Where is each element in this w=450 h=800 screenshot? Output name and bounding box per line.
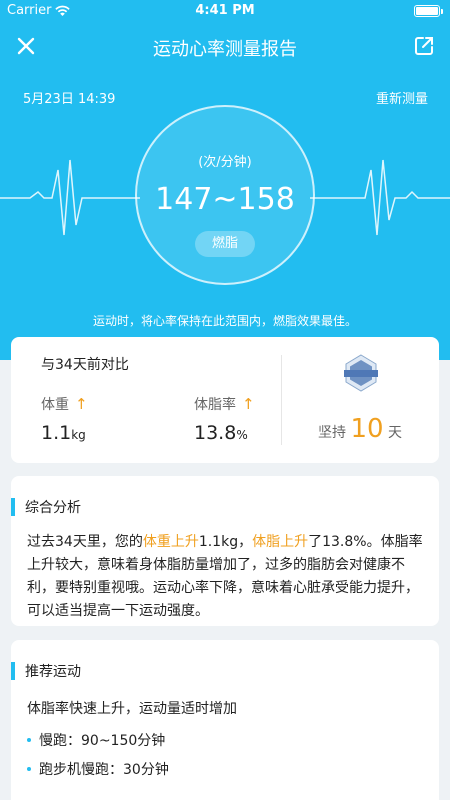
remeasure-button[interactable]: 重新测量: [376, 88, 428, 107]
arrow-up-icon: ↑: [242, 395, 255, 413]
persist-number: 10: [350, 414, 384, 444]
weight-label: 体重 ↑: [41, 394, 88, 414]
heart-rate-range: 147~158: [155, 182, 295, 217]
heart-rate-unit: (次/分钟): [198, 155, 252, 170]
persist-days: 坚持 10 天: [281, 414, 439, 444]
share-icon[interactable]: [412, 34, 436, 58]
persist-suffix: 天: [388, 425, 402, 441]
weight-label-text: 体重: [41, 397, 69, 413]
weight-number: 1.1: [41, 422, 72, 444]
bullet-icon: [27, 738, 31, 742]
status-bar: Carrier 4:41 PM: [0, 0, 450, 22]
analysis-highlight: 体脂上升: [252, 534, 309, 550]
weight-unit: kg: [71, 428, 86, 442]
analysis-text-part: 过去34天里，您的: [27, 534, 143, 550]
comparison-title: 与34天前对比: [41, 357, 129, 373]
bodyfat-label: 体脂率 ↑: [194, 394, 255, 414]
bullet-icon: [27, 767, 31, 771]
arrow-up-icon: ↑: [75, 395, 88, 413]
recommend-title: 推荐运动: [25, 664, 81, 680]
heart-rate-circle: (次/分钟) 147~158 燃脂: [135, 105, 315, 285]
list-item: 跑步机慢跑：30分钟: [27, 759, 169, 779]
comparison-card: 与34天前对比 体重 ↑ 1.1kg 体脂率 ↑ 13.8% 坚持 10 天: [11, 337, 439, 463]
bodyfat-value: 13.8%: [194, 422, 248, 444]
recommend-item-label: 慢跑：90~150分钟: [39, 733, 166, 749]
battery-icon: [414, 5, 443, 17]
analysis-title: 综合分析: [25, 500, 81, 516]
section-accent-bar: [11, 662, 15, 680]
page-title: 运动心率测量报告: [153, 39, 297, 60]
analysis-card: 综合分析 过去34天里，您的体重上升1.1kg，体脂上升了13.8%。体脂率上升…: [11, 476, 439, 626]
analysis-header: 综合分析: [11, 498, 81, 516]
analysis-text: 过去34天里，您的体重上升1.1kg，体脂上升了13.8%。体脂率上升较大，意味…: [27, 531, 427, 623]
list-item: 慢跑：90~150分钟: [27, 730, 165, 750]
status-time: 4:41 PM: [195, 3, 255, 18]
measure-date: 5月23日 14:39: [23, 92, 116, 107]
analysis-highlight: 体重上升: [142, 534, 199, 550]
persist-prefix: 坚持: [318, 425, 346, 441]
bodyfat-unit: %: [236, 428, 248, 442]
zone-badge: 燃脂: [195, 231, 255, 257]
recommend-summary: 体脂率快速上升，运动量适时增加: [27, 701, 237, 717]
hint-text: 运动时，将心率保持在此范围内，燃脂效果最佳。: [92, 314, 357, 328]
bodyfat-number: 13.8: [194, 422, 237, 444]
achievement-badge-icon: [344, 354, 378, 392]
section-accent-bar: [11, 498, 15, 516]
nav-bar: 运动心率测量报告: [0, 22, 450, 70]
analysis-text-part: 1.1kg，: [198, 534, 253, 550]
recommend-item-label: 跑步机慢跑：30分钟: [39, 762, 169, 778]
recommend-card: 推荐运动 体脂率快速上升，运动量适时增加 慢跑：90~150分钟 跑步机慢跑：3…: [11, 640, 439, 800]
recommend-header: 推荐运动: [11, 662, 81, 680]
bodyfat-label-text: 体脂率: [194, 397, 236, 413]
weight-value: 1.1kg: [41, 422, 86, 444]
